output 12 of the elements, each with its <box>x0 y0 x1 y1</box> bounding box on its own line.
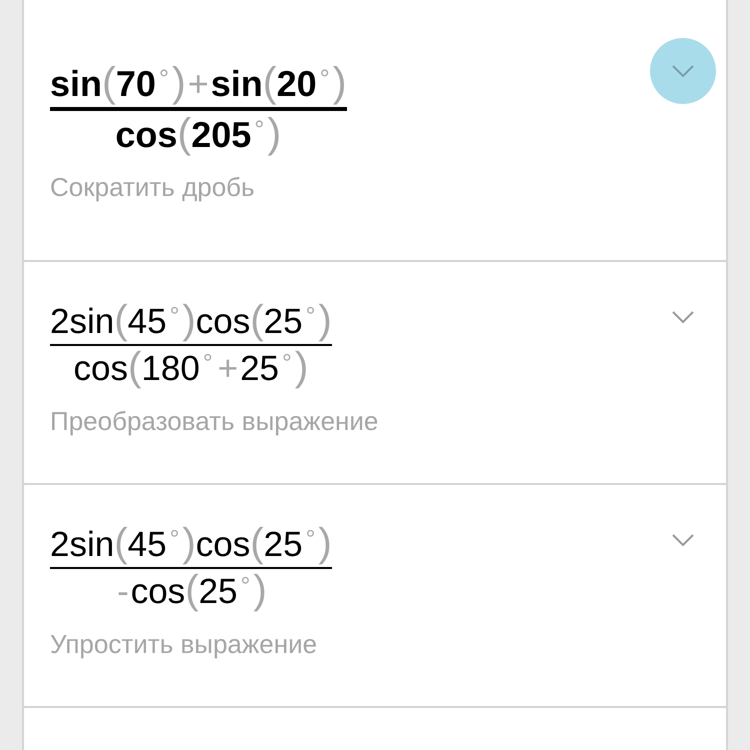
fraction-denominator: cos(205$^{°}$) <box>115 114 282 154</box>
fraction-denominator: -cos(25$^{°}$) <box>116 572 267 610</box>
chevron-down-icon <box>671 533 695 547</box>
fraction-denominator: cos(180$^{°}$+25$^{°}$) <box>74 348 308 388</box>
step-description: Преобразовать выражение <box>50 404 378 438</box>
chevron-down-icon <box>671 310 695 324</box>
step-description: Упростить выражение <box>50 628 318 660</box>
fraction-numerator: 2sin(45$^{°}$)cos(25$^{°}$) <box>50 302 332 341</box>
fraction-numerator: 2sin(45$^{°}$)cos(25$^{°}$) <box>50 525 332 564</box>
chevron-down-icon <box>671 64 695 78</box>
step-description: Сократить дробь <box>50 170 255 204</box>
fraction-numerator: sin(70$^{°}$)+sin(20$^{°}$) <box>50 64 346 103</box>
